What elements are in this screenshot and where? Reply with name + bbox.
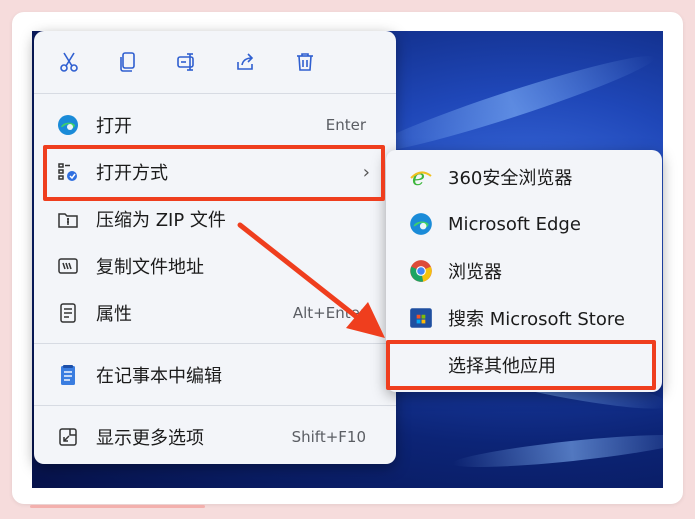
annotation-arrow <box>237 222 385 338</box>
